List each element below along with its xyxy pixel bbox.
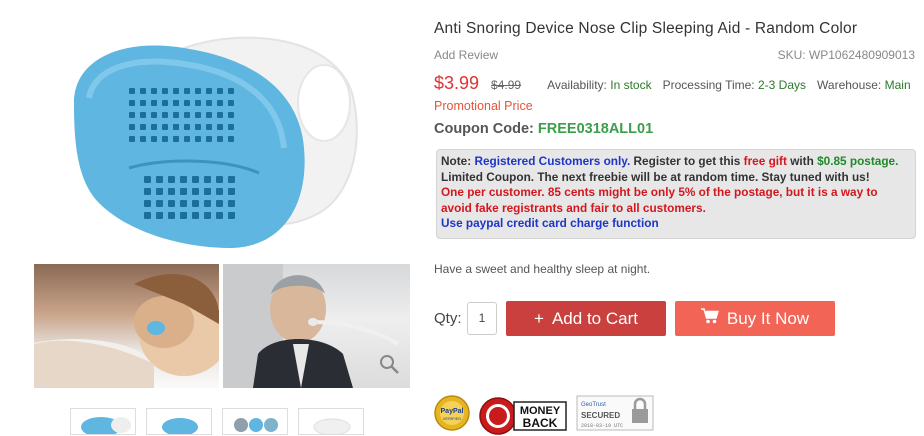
thumbnail-2[interactable]: [146, 408, 212, 435]
note-label: Note:: [441, 154, 472, 168]
note-line-2: Limited Coupon. The next freebie will be…: [441, 169, 870, 184]
money-back-badge: MONEY BACK: [478, 396, 568, 436]
thumbnail-1[interactable]: [70, 408, 136, 435]
zoom-icon[interactable]: [378, 353, 400, 380]
thumbnail-3[interactable]: [222, 408, 288, 435]
svg-text:PayPal: PayPal: [441, 408, 464, 415]
cart-icon: [700, 308, 719, 329]
warehouse-value: Main: [884, 78, 911, 92]
coupon-label: Coupon Code:: [434, 121, 534, 137]
lifestyle-image-man[interactable]: [223, 264, 410, 388]
thumbnail-4[interactable]: [298, 408, 364, 435]
availability-label: Availability:: [547, 78, 607, 92]
plus-icon: +: [534, 308, 544, 328]
buy-now-label: Buy It Now: [726, 308, 810, 328]
product-tagline: Have a sweet and healthy sleep at night.: [434, 262, 651, 276]
svg-text:GeoTrust: GeoTrust: [581, 402, 606, 408]
old-price: $4.99: [491, 78, 522, 92]
add-to-cart-label: Add to Cart: [551, 308, 638, 328]
svg-text:BACK: BACK: [523, 416, 558, 430]
note-line-3: One per customer. 85 cents might be only…: [441, 185, 878, 215]
buy-now-button[interactable]: Buy It Now: [675, 301, 835, 336]
processing-label: Processing Time:: [662, 78, 755, 92]
availability-value: In stock: [610, 78, 652, 92]
coupon-value: FREE0318ALL01: [537, 121, 654, 137]
paypal-verified-badge: PayPal VERIFIED: [434, 395, 470, 436]
note-registered: Registered Customers only.: [474, 154, 631, 168]
warehouse-label: Warehouse:: [817, 78, 882, 92]
processing-value: 2-3 Days: [757, 78, 807, 92]
svg-text:SECURED: SECURED: [581, 411, 620, 420]
promotional-price-label: Promotional Price: [434, 99, 533, 113]
note-line-4: Use paypal credit card charge function: [441, 216, 659, 231]
add-review-link[interactable]: Add Review: [434, 48, 498, 62]
trust-badges: PayPal VERIFIED MONEY BACK GeoTrust SECU…: [434, 395, 654, 436]
thumbnail-strip: [70, 408, 364, 435]
product-main-image[interactable]: [34, 8, 410, 260]
coupon-code: Coupon Code: FREE0318ALL01: [434, 121, 653, 137]
lifestyle-image-woman[interactable]: [34, 264, 219, 388]
current-price: $3.99: [434, 73, 480, 93]
geotrust-secured-badge: GeoTrust SECURED 2018-03-19 UTC: [576, 395, 654, 436]
svg-text:2018-03-19 UTC: 2018-03-19 UTC: [581, 423, 623, 429]
svg-text:VERIFIED: VERIFIED: [443, 416, 462, 421]
qty-input[interactable]: 1: [467, 302, 497, 335]
product-title: Anti Snoring Device Nose Clip Sleeping A…: [434, 20, 858, 37]
sku-label: SKU: WP1062480909013: [777, 48, 915, 62]
price-row: $3.99 $4.99 Availability: In stock Proce…: [434, 73, 911, 94]
note-postage: $0.85 postage.: [817, 154, 899, 168]
note-free-gift: free gift: [743, 154, 787, 168]
note-with: with: [790, 154, 814, 168]
add-to-cart-button[interactable]: + Add to Cart: [506, 301, 666, 336]
qty-label: Qty:: [434, 310, 462, 327]
coupon-note-box: Note: Registered Customers only. Registe…: [436, 149, 916, 239]
note-register-text: Register to get this: [633, 154, 741, 168]
